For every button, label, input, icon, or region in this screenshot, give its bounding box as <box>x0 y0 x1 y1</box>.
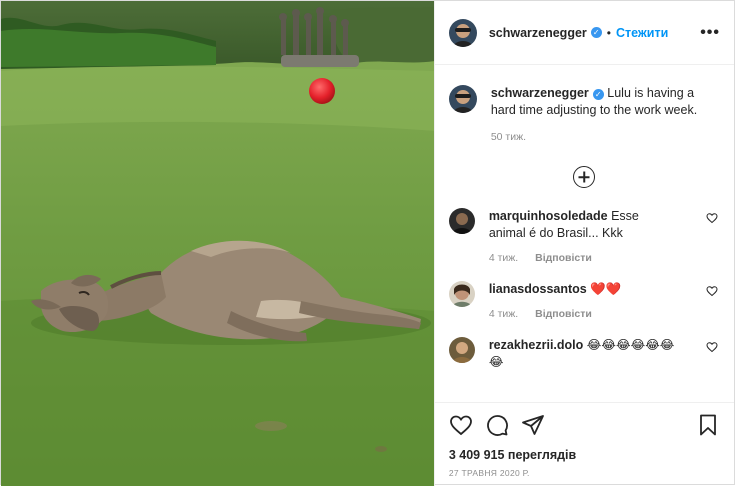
profile-photo-icon <box>448 18 477 47</box>
verified-badge-icon: ✓ <box>590 27 602 38</box>
post-date[interactable]: 27 ТРАВНЯ 2020 Р. <box>435 464 734 486</box>
view-count[interactable]: 3 409 915 переглядів <box>435 446 734 464</box>
avatar[interactable] <box>448 18 477 47</box>
avatar[interactable] <box>448 337 475 363</box>
verified-badge-icon: ✓ <box>592 89 604 100</box>
comment-item: rezakhezrii.dolo 😂😂😂😂😂😂😂 <box>448 337 720 371</box>
plus-circle-icon[interactable] <box>573 166 596 188</box>
profile-photo-icon <box>448 281 475 307</box>
follow-button[interactable]: Стежити <box>616 26 668 40</box>
comment-icon[interactable] <box>485 413 509 437</box>
post-header: schwarzenegger ✓ • Стежити ••• <box>434 1 734 65</box>
post-side-panel: schwarzenegger ✓ • Стежити ••• schwarzen… <box>433 1 734 486</box>
caption-time[interactable]: 50 тиж. <box>491 129 711 146</box>
heart-icon[interactable] <box>706 341 718 353</box>
more-options-icon[interactable]: ••• <box>700 24 720 42</box>
heart-icon[interactable] <box>706 285 718 297</box>
comment-username[interactable]: lianasdossantos <box>489 282 587 296</box>
post-caption: schwarzenegger ✓ Lulu is having a hard ti… <box>448 65 720 146</box>
username[interactable]: schwarzenegger <box>489 26 587 40</box>
post-actions <box>434 402 734 446</box>
video-frame-donkey <box>1 1 434 486</box>
instagram-post: schwarzenegger ✓ • Стежити ••• schwarzen… <box>0 0 735 486</box>
heart-icon[interactable] <box>706 212 718 224</box>
avatar[interactable] <box>448 208 475 234</box>
profile-photo-icon <box>448 337 475 363</box>
profile-photo-icon <box>448 208 475 234</box>
comment-item: marquinhosoledade Esse animal é do Brasi… <box>448 208 720 267</box>
comment-time[interactable]: 4 тиж. <box>489 252 518 264</box>
avatar[interactable] <box>448 281 475 307</box>
comment-item: lianasdossantos ❤️❤️ 4 тиж. Відповісти <box>448 281 720 323</box>
heart-icon[interactable] <box>449 413 473 437</box>
red-ball <box>309 78 335 104</box>
reply-button[interactable]: Відповісти <box>535 308 592 320</box>
separator-dot: • <box>606 25 611 40</box>
comment-time[interactable]: 4 тиж. <box>489 308 518 320</box>
bookmark-icon[interactable] <box>696 413 720 437</box>
load-more-comments[interactable] <box>449 166 720 188</box>
post-video[interactable] <box>1 1 434 486</box>
comment-text: ❤️❤️ <box>590 282 622 296</box>
profile-photo-icon <box>448 85 477 113</box>
avatar[interactable] <box>448 85 477 113</box>
comments-list[interactable]: schwarzenegger ✓ Lulu is having a hard ti… <box>435 65 734 402</box>
caption-username[interactable]: schwarzenegger <box>491 86 589 100</box>
comment-username[interactable]: marquinhosoledade <box>489 209 608 223</box>
comment-username[interactable]: rezakhezrii.dolo <box>489 338 583 352</box>
paper-plane-icon[interactable] <box>521 413 545 437</box>
reply-button[interactable]: Відповісти <box>535 252 592 264</box>
